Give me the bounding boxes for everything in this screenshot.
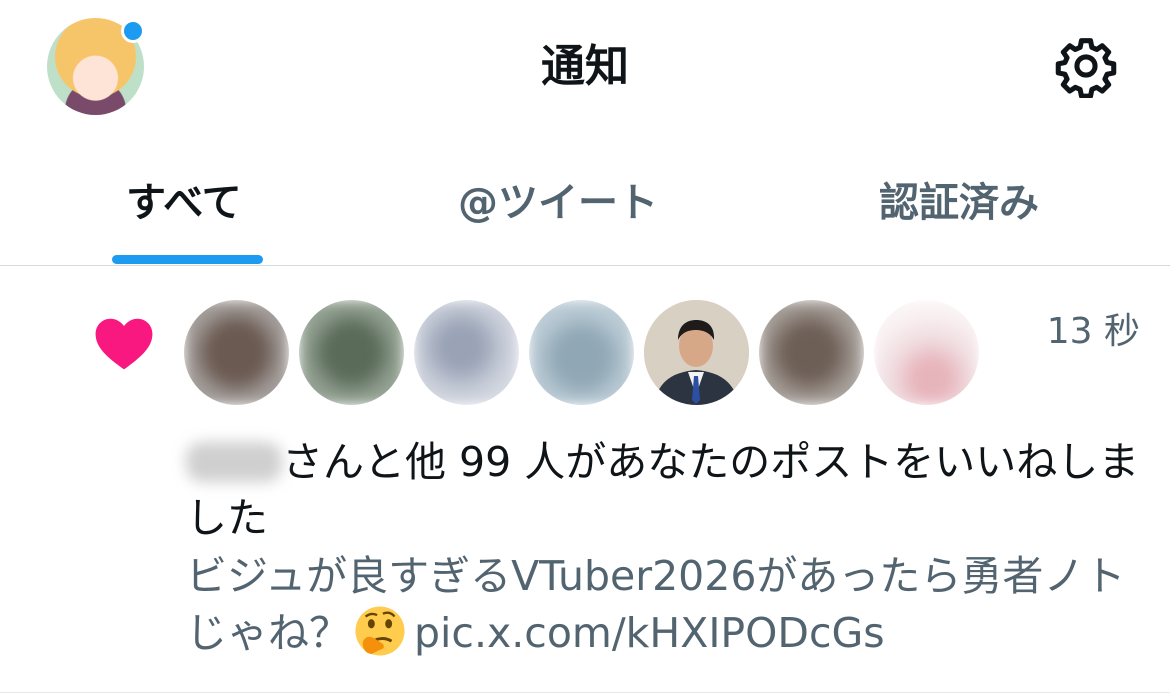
header: 通知 [0,0,1170,140]
liker-avatar[interactable] [759,300,864,405]
tab-bar: すべて @ツイート 認証済み [0,160,1170,266]
liker-avatar[interactable] [529,300,634,405]
heart-icon [95,318,153,370]
tweet-link[interactable]: pic.x.com/kHXIPODcGs [414,609,885,657]
liker-avatar[interactable] [644,300,749,405]
page-title: 通知 [541,41,629,92]
liker-name-blurred[interactable] [186,442,282,482]
tab-verified[interactable]: 認証済み [879,178,1039,228]
tab-all[interactable]: すべて [126,178,242,228]
tweet-preview[interactable]: ビジュが良すぎるVTuber2026があったら勇者ノトじゃね？ pic.x.co… [186,548,1156,662]
thinking-face-icon [355,606,405,656]
liker-avatar[interactable] [184,300,289,405]
timestamp: 13 秒 [1046,311,1140,352]
liker-avatar[interactable] [874,300,979,405]
tab-mentions[interactable]: @ツイート [458,178,658,228]
liker-avatar[interactable] [414,300,519,405]
gear-icon[interactable] [1054,34,1118,98]
liker-avatar[interactable] [299,300,404,405]
divider [0,692,1170,693]
notification-item[interactable]: 13 秒 さんと他 99 人があなたのポストをいいねしました ビジュが良すぎるV… [0,266,1170,694]
notification-text: さんと他 99 人があなたのポストをいいねしました [186,434,1146,546]
notification-text-suffix: さんと他 99 人があなたのポストをいいねしました [186,438,1140,542]
tab-active-indicator [112,255,263,264]
